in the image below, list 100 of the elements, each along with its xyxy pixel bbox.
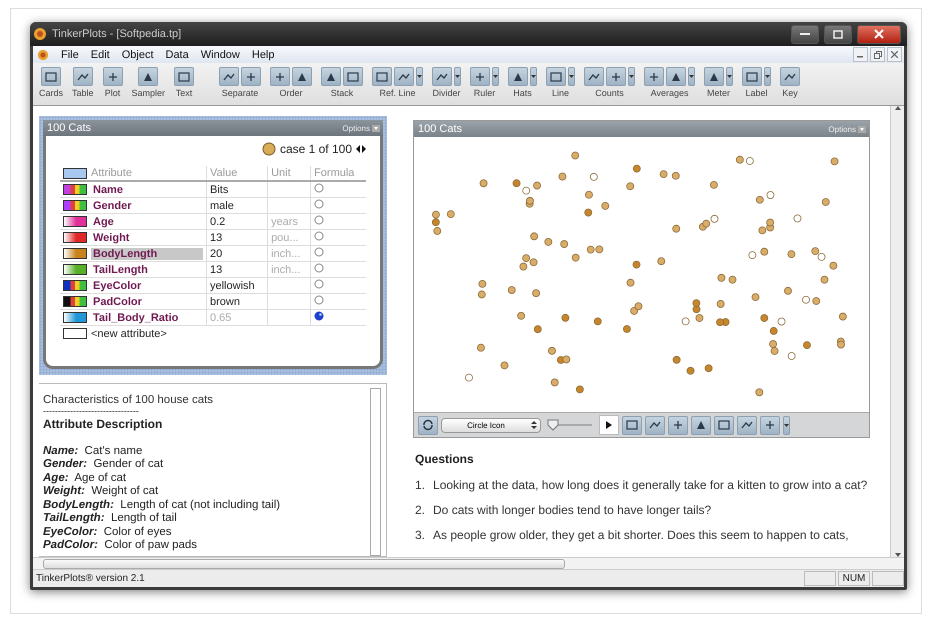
- tool-button[interactable]: [668, 416, 688, 434]
- restore-button[interactable]: [870, 47, 885, 62]
- menu-item[interactable]: File: [61, 48, 79, 60]
- attribute-name[interactable]: Gender: [91, 200, 203, 212]
- empty-circle-icon[interactable]: [314, 183, 324, 193]
- tool-button[interactable]: [760, 416, 780, 434]
- attribute-name[interactable]: Weight: [91, 232, 203, 244]
- minimize-button[interactable]: [791, 24, 819, 44]
- empty-circle-icon[interactable]: [314, 279, 324, 289]
- toolbar-button[interactable]: [666, 67, 686, 86]
- attribute-description: EyeColor: Color of eyes: [43, 526, 172, 540]
- tool-button[interactable]: [691, 416, 711, 434]
- toolbar-button[interactable]: [174, 67, 194, 86]
- toolbar-button[interactable]: [241, 67, 262, 86]
- close-button[interactable]: [887, 47, 902, 62]
- attribute-name[interactable]: PadColor: [91, 296, 203, 308]
- close-button[interactable]: [857, 24, 901, 44]
- tool-button[interactable]: [645, 416, 665, 434]
- toolbar-label: Sampler: [132, 88, 166, 98]
- toolbar-button[interactable]: [72, 67, 93, 86]
- dropdown-button[interactable]: [764, 67, 772, 86]
- attribute-name[interactable]: Name: [91, 184, 203, 196]
- attribute-name[interactable]: TailLength: [91, 264, 203, 276]
- empty-circle-icon[interactable]: [314, 199, 324, 209]
- toolbar-button[interactable]: [606, 67, 626, 86]
- maximize-button[interactable]: [824, 24, 852, 44]
- toolbar-button[interactable]: [508, 67, 528, 86]
- dropdown-button[interactable]: [530, 67, 538, 86]
- toolbar-button[interactable]: [470, 67, 490, 86]
- dropdown-button[interactable]: [492, 67, 500, 86]
- pointer-tool-button[interactable]: [599, 415, 619, 435]
- toolbar-button[interactable]: [321, 67, 342, 86]
- attribute-name[interactable]: Age: [91, 216, 203, 228]
- formula-ball-icon[interactable]: [314, 311, 324, 321]
- tool-button[interactable]: [622, 416, 642, 434]
- questions-heading: Questions: [415, 452, 475, 466]
- empty-circle-icon[interactable]: [314, 231, 324, 241]
- dropdown-button[interactable]: [454, 67, 462, 86]
- new-attribute[interactable]: <new attribute>: [91, 328, 167, 340]
- tool-button[interactable]: [737, 416, 757, 434]
- icon-type-dropdown[interactable]: Circle Icon: [441, 418, 541, 432]
- tool-icon: [740, 419, 754, 431]
- attribute-name[interactable]: Tail_Body_Ratio: [91, 312, 203, 324]
- menu-item[interactable]: Help: [252, 48, 274, 60]
- toolbar-button[interactable]: [102, 67, 123, 86]
- attribute-name[interactable]: EyeColor: [91, 280, 203, 292]
- toolbar-button[interactable]: [219, 67, 240, 86]
- toolbar-button[interactable]: [372, 67, 392, 86]
- toolbar-button[interactable]: [584, 67, 604, 86]
- toolbar-button[interactable]: [742, 67, 762, 86]
- toolbar-button[interactable]: [780, 67, 800, 86]
- caret-icon: [531, 75, 536, 78]
- dropdown-button[interactable]: [688, 67, 696, 86]
- toolbar-button[interactable]: [704, 67, 724, 86]
- dropdown-button[interactable]: [628, 67, 636, 86]
- attribute-description: Weight: Weight of cat: [43, 485, 160, 499]
- dropdown-button[interactable]: [416, 67, 424, 86]
- table-cell: 13: [206, 262, 268, 278]
- dropdown-button[interactable]: [783, 416, 790, 434]
- caret-icon: [455, 75, 460, 78]
- toolbar-button[interactable]: [394, 67, 414, 86]
- toolbar-label: Cards: [39, 88, 64, 98]
- toolbar-button[interactable]: [546, 67, 566, 86]
- refresh-button[interactable]: [418, 416, 438, 434]
- dropdown-button[interactable]: [726, 67, 734, 86]
- toolbar-button[interactable]: [138, 67, 158, 86]
- attribute-name[interactable]: BodyLength: [91, 248, 203, 260]
- toolbar-label: Meter: [707, 88, 730, 98]
- case-nav-arrows-icon[interactable]: [356, 145, 366, 153]
- app-icon: [33, 27, 47, 41]
- empty-circle-icon[interactable]: [314, 295, 324, 305]
- table-cell: 20: [206, 246, 268, 262]
- menu-item[interactable]: Data: [166, 48, 189, 60]
- empty-circle-icon[interactable]: [314, 263, 324, 273]
- menu-item[interactable]: Window: [200, 48, 240, 60]
- toolbar-label: Ruler: [474, 88, 496, 98]
- document-title: Characteristics of 100 house cats: [43, 394, 214, 408]
- column-header: Value: [206, 166, 268, 181]
- minimize-button[interactable]: [853, 47, 868, 62]
- menu-item[interactable]: Object: [122, 48, 154, 60]
- menu-item[interactable]: Edit: [90, 48, 110, 60]
- empty-circle-icon[interactable]: [314, 215, 324, 225]
- status-indicator: NUM: [838, 571, 870, 586]
- slider-thumb[interactable]: [547, 419, 560, 431]
- table-cell: inch...: [268, 262, 311, 278]
- empty-circle-icon[interactable]: [314, 247, 324, 257]
- tool-button[interactable]: [714, 416, 734, 434]
- tool-icon: [671, 419, 685, 431]
- dropdown-button[interactable]: [568, 67, 576, 86]
- toolbar-button[interactable]: [343, 67, 364, 86]
- attribute-description: Age: Age of cat: [43, 472, 128, 486]
- toolbar-button[interactable]: [644, 67, 664, 86]
- scrollbar[interactable]: [33, 557, 904, 569]
- toolbar-button[interactable]: [41, 67, 61, 86]
- toolbar-button[interactable]: [292, 67, 312, 86]
- scrollbar[interactable]: [370, 388, 381, 556]
- attribute-color-swatch: [63, 328, 87, 339]
- scrollbar[interactable]: [890, 106, 904, 557]
- toolbar-button[interactable]: [270, 67, 290, 86]
- toolbar-button[interactable]: [432, 67, 452, 86]
